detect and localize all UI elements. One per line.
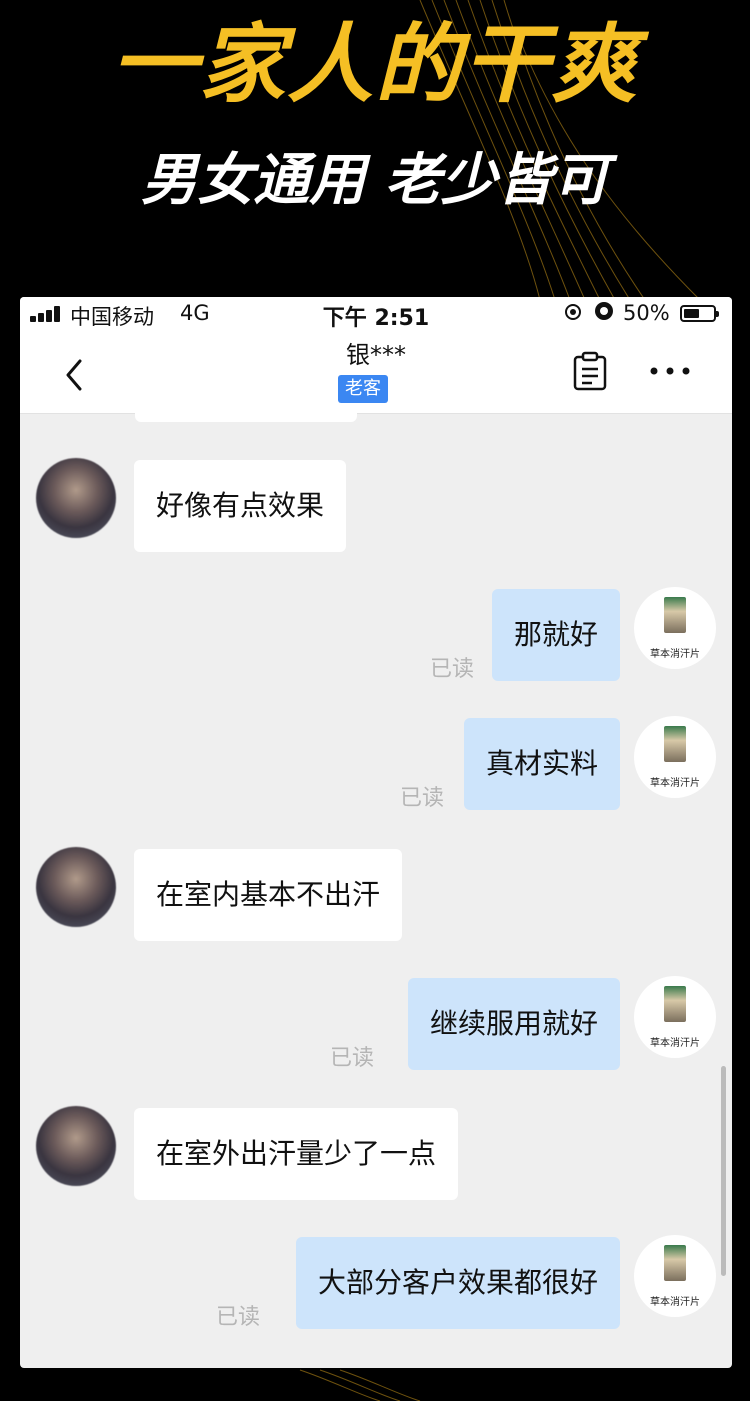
banner-headline: 一家人的干爽	[111, 15, 639, 115]
message-bubble-outgoing: 那就好	[491, 589, 620, 681]
message-bubble-incoming: 好像有点效果	[134, 460, 347, 552]
alarm-icon	[595, 302, 613, 320]
chat-screenshot: 中国移动 4G 下午 2:51 50% 银*** 老客 好像有点效果 已读 那就…	[20, 297, 732, 1368]
battery-icon	[680, 305, 719, 322]
message-bubble-outgoing: 大部分客户效果都很好	[295, 1237, 620, 1329]
product-package-icon	[664, 1245, 686, 1281]
message-bubble-incoming: 在室外出汗量少了一点	[134, 1108, 459, 1200]
banner-subheadline: 男女通用 老少皆可	[141, 148, 609, 213]
message-bubble-outgoing: 继续服用就好	[407, 978, 620, 1070]
contact-avatar[interactable]	[36, 1106, 116, 1186]
self-avatar-label: 草本消汗片	[650, 1038, 700, 1049]
battery-percentage: 50%	[623, 301, 670, 325]
self-avatar-label: 草本消汗片	[650, 1297, 700, 1308]
chat-header: 银*** 老客	[20, 331, 732, 414]
rotation-lock-icon	[565, 304, 581, 320]
chat-scrollbar[interactable]	[721, 1066, 726, 1276]
product-package-icon	[664, 597, 686, 633]
read-status: 已读	[400, 786, 445, 811]
read-status: 已读	[216, 1305, 261, 1330]
status-bar: 中国移动 4G 下午 2:51 50%	[20, 297, 732, 331]
self-avatar[interactable]: 草本消汗片	[634, 1235, 716, 1317]
more-icon[interactable]	[648, 361, 692, 381]
self-avatar-label: 草本消汗片	[650, 649, 700, 660]
contact-name: 银***	[346, 341, 406, 369]
self-avatar[interactable]: 草本消汗片	[634, 976, 716, 1058]
clipboard-icon[interactable]	[572, 351, 608, 391]
read-status: 已读	[330, 1046, 375, 1071]
self-avatar[interactable]: 草本消汗片	[634, 716, 716, 798]
contact-avatar[interactable]	[36, 458, 116, 538]
self-avatar[interactable]: 草本消汗片	[634, 587, 716, 669]
message-list: 好像有点效果 已读 那就好 草本消汗片 已读 真材实料 草本消汗片 在室内基本不…	[20, 412, 732, 1368]
message-bubble-incoming: 在室内基本不出汗	[134, 849, 403, 941]
read-status: 已读	[430, 657, 475, 682]
contact-avatar[interactable]	[36, 847, 116, 927]
previous-message-edge	[135, 412, 357, 422]
message-bubble-outgoing: 真材实料	[463, 718, 620, 810]
self-avatar-label: 草本消汗片	[650, 778, 700, 789]
product-package-icon	[664, 986, 686, 1022]
product-package-icon	[664, 726, 686, 762]
customer-badge: 老客	[338, 375, 388, 403]
